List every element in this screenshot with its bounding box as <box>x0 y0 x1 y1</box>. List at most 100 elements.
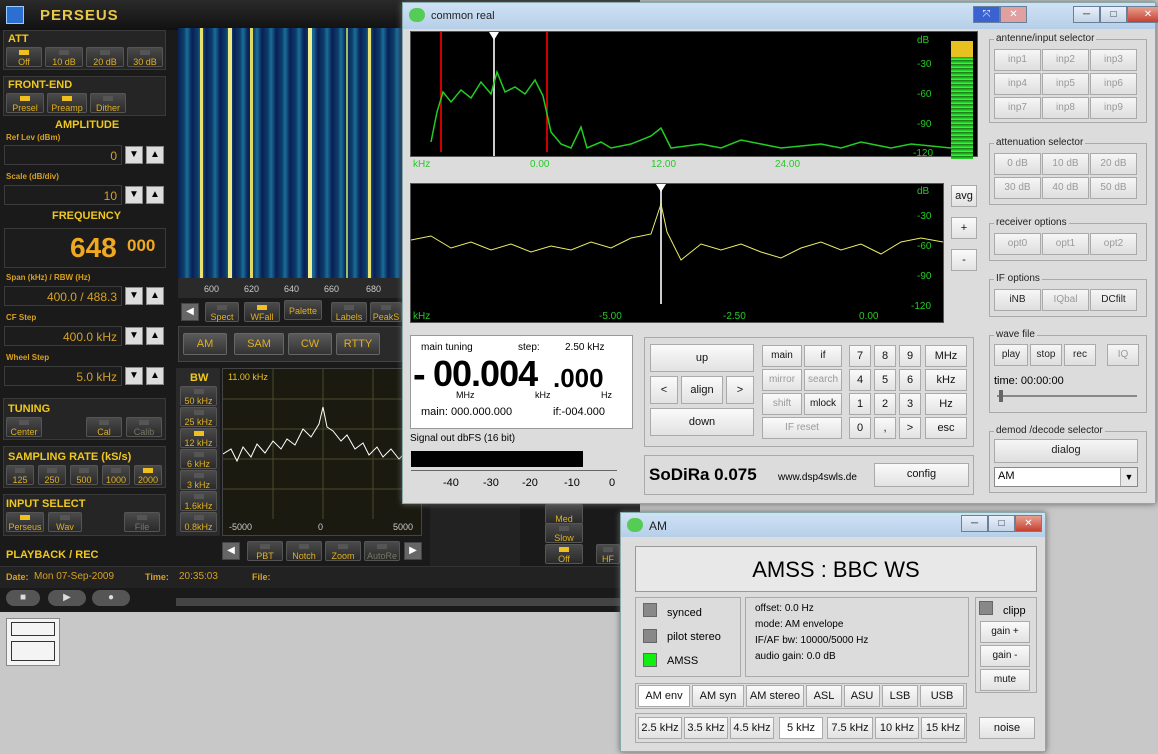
scale-field[interactable]: 10 <box>4 185 122 205</box>
gain-minus-button[interactable]: gain - <box>980 645 1030 667</box>
inp4-button[interactable]: inp4 <box>994 73 1041 95</box>
rate-500-button[interactable]: 500 <box>70 465 98 485</box>
cr-minimize-icon[interactable]: ─ <box>1073 6 1100 23</box>
search-button[interactable]: search <box>804 369 842 391</box>
notch-button[interactable]: Notch <box>286 541 322 561</box>
cr-extra1-icon[interactable]: ⤧ <box>973 6 1000 23</box>
labels-button[interactable]: Labels <box>331 302 367 322</box>
inp9-button[interactable]: inp9 <box>1090 97 1137 119</box>
bw-50-button[interactable]: 50 kHz <box>180 386 217 406</box>
demod-select[interactable]: AM <box>994 467 1138 487</box>
opt2-button[interactable]: opt2 <box>1090 233 1137 255</box>
avg-button[interactable]: avg <box>951 185 977 207</box>
bw-1-6-button[interactable]: 1.6kHz <box>180 491 217 511</box>
stop-button[interactable]: stop <box>1030 344 1062 366</box>
att-10db-button[interactable]: 10 dB <box>45 47 83 67</box>
cal-button[interactable]: Cal <box>86 417 122 437</box>
down-button[interactable]: down <box>650 408 754 436</box>
opt1-button[interactable]: opt1 <box>1042 233 1089 255</box>
inp8-button[interactable]: inp8 <box>1042 97 1089 119</box>
mid-spectrum-scope[interactable] <box>410 183 944 323</box>
play-button[interactable]: play <box>994 344 1028 366</box>
dsp-right-arrow-icon[interactable]: ▶ <box>404 542 422 560</box>
rate-125-button[interactable]: 125 <box>6 465 34 485</box>
inp2-button[interactable]: inp2 <box>1042 49 1089 71</box>
ref-level-field[interactable]: 0 <box>4 145 122 165</box>
inb-button[interactable]: iNB <box>994 289 1041 311</box>
chevron-down-icon[interactable]: ▼ <box>1120 468 1137 486</box>
span-up-arrow-icon[interactable]: ▲ <box>146 287 164 305</box>
play-icon[interactable]: ▶ <box>48 590 86 606</box>
att-40-button[interactable]: 40 dB <box>1042 177 1089 199</box>
key-7[interactable]: 7 <box>849 345 871 367</box>
cr-close-icon[interactable]: ✕ <box>1127 6 1158 23</box>
scale-down-arrow-icon[interactable]: ▼ <box>125 186 143 204</box>
view-left-arrow-icon[interactable]: ◀ <box>181 303 199 321</box>
am-maximize-icon[interactable]: □ <box>988 515 1015 532</box>
volume-faders[interactable] <box>430 506 520 566</box>
wheel-step-field[interactable]: 5.0 kHz <box>4 366 122 386</box>
dither-button[interactable]: Dither <box>90 93 126 113</box>
inp5-button[interactable]: inp5 <box>1042 73 1089 95</box>
att-0-button[interactable]: 0 dB <box>994 153 1041 175</box>
mlock-button[interactable]: mlock <box>804 393 842 415</box>
mode-am-button[interactable]: AM <box>183 333 227 355</box>
ref-down-arrow-icon[interactable]: ▼ <box>125 146 143 164</box>
am-minimize-icon[interactable]: ─ <box>961 515 988 532</box>
key-khz[interactable]: kHz <box>925 369 967 391</box>
agc-off-button[interactable]: Off <box>545 544 583 564</box>
up-button[interactable]: up <box>650 344 754 372</box>
inp3-button[interactable]: inp3 <box>1090 49 1137 71</box>
mode-rtty-button[interactable]: RTTY <box>336 333 380 355</box>
if-reset-button[interactable]: IF reset <box>762 417 842 439</box>
input-file-button[interactable]: File <box>124 512 160 532</box>
ref-up-arrow-icon[interactable]: ▲ <box>146 146 164 164</box>
bw-2-5-button[interactable]: 2.5 kHz <box>638 717 682 739</box>
bw-7-5-button[interactable]: 7.5 kHz <box>827 717 873 739</box>
mode-am-env-button[interactable]: AM env <box>638 685 690 707</box>
record-icon[interactable]: ● <box>92 590 130 606</box>
key-5[interactable]: 5 <box>874 369 896 391</box>
span-down-arrow-icon[interactable]: ▼ <box>125 287 143 305</box>
mirror-button[interactable]: mirror <box>762 369 802 391</box>
rec-button[interactable]: rec <box>1064 344 1096 366</box>
key-9[interactable]: 9 <box>899 345 921 367</box>
desktop-widget-icon[interactable] <box>6 618 60 666</box>
align-button[interactable]: align <box>681 376 723 404</box>
cf-step-field[interactable]: 400.0 kHz <box>4 326 122 346</box>
wfall-button[interactable]: WFall <box>244 302 280 322</box>
key-esc[interactable]: esc <box>925 417 967 439</box>
key-2[interactable]: 2 <box>874 393 896 415</box>
bw-4-5-button[interactable]: 4.5 kHz <box>730 717 774 739</box>
bw-10-button[interactable]: 10 kHz <box>875 717 919 739</box>
mode-asl-button[interactable]: ASL <box>806 685 842 707</box>
key-4[interactable]: 4 <box>849 369 871 391</box>
bw-0-8-button[interactable]: 0.8kHz <box>180 512 217 532</box>
rate-1000-button[interactable]: 1000 <box>102 465 130 485</box>
cr-extra2-icon[interactable]: ✕ <box>1000 6 1027 23</box>
mode-cw-button[interactable]: CW <box>288 333 332 355</box>
bw-25-button[interactable]: 25 kHz <box>180 407 217 427</box>
rate-250-button[interactable]: 250 <box>38 465 66 485</box>
center-button[interactable]: Center <box>6 417 42 437</box>
waterfall-display[interactable] <box>178 28 402 278</box>
inp7-button[interactable]: inp7 <box>994 97 1041 119</box>
att-10-button[interactable]: 10 dB <box>1042 153 1089 175</box>
input-wav-button[interactable]: Wav <box>48 512 82 532</box>
iqbal-button[interactable]: IQbal <box>1042 289 1089 311</box>
key-6[interactable]: 6 <box>899 369 921 391</box>
playback-slider[interactable] <box>176 598 638 606</box>
top-spectrum-scope[interactable] <box>410 31 978 157</box>
iq-button[interactable]: IQ <box>1107 344 1139 366</box>
hf-button[interactable]: HF <box>596 544 620 564</box>
am-close-icon[interactable]: ✕ <box>1015 515 1042 532</box>
zoom-button[interactable]: Zoom <box>325 541 361 561</box>
bw-15-button[interactable]: 15 kHz <box>921 717 965 739</box>
agc-slow-button[interactable]: Slow <box>545 523 583 543</box>
mode-asu-button[interactable]: ASU <box>844 685 880 707</box>
pbt-button[interactable]: PBT <box>247 541 283 561</box>
config-button[interactable]: config <box>874 463 969 487</box>
spect-button[interactable]: Spect <box>205 302 239 322</box>
zoom-plus-button[interactable]: + <box>951 217 977 239</box>
preamp-button[interactable]: Preamp <box>47 93 87 113</box>
